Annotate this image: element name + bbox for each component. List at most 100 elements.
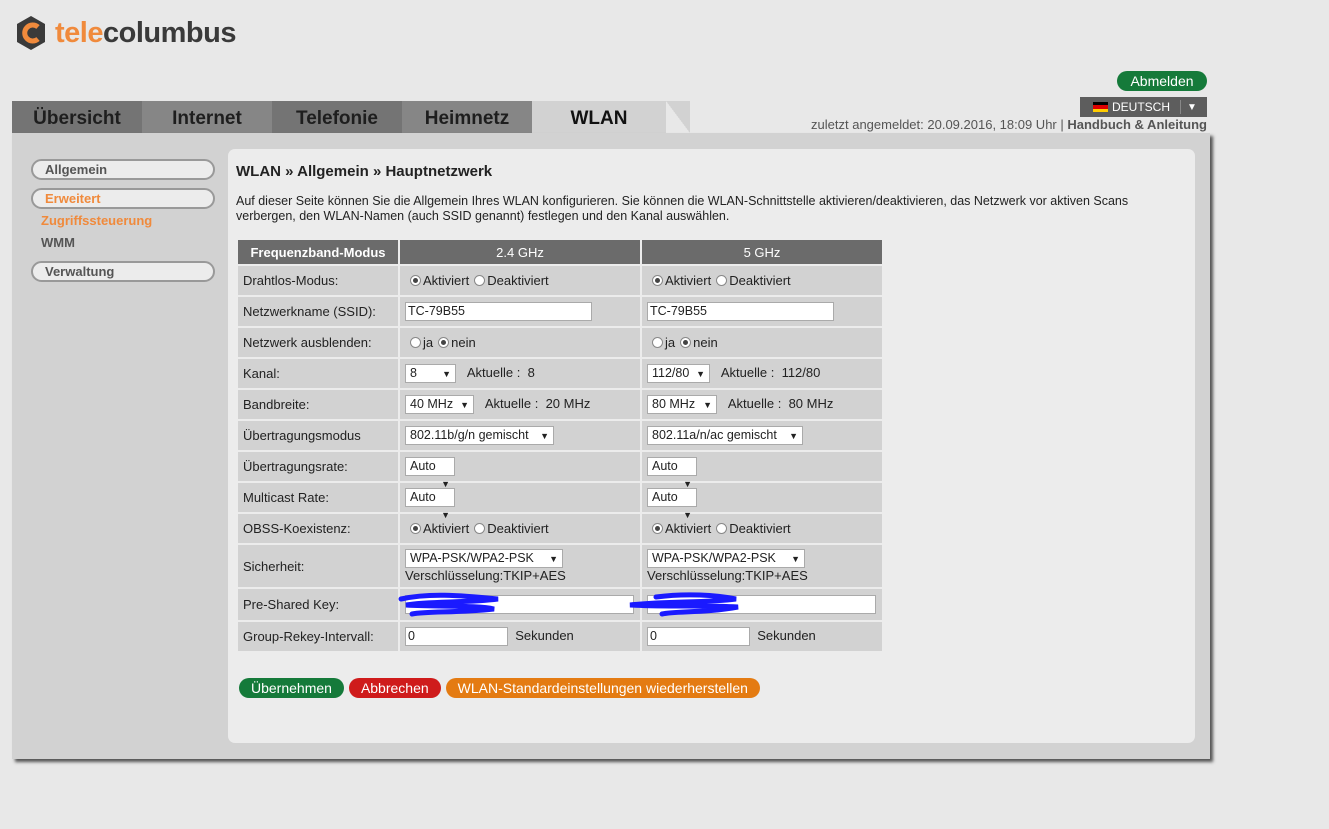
radio-hide-yes-24[interactable] (410, 337, 421, 348)
cancel-button[interactable]: Abbrechen (348, 678, 441, 698)
chevron-down-icon: ▼ (696, 369, 705, 379)
header-5ghz: 5 GHz (642, 240, 882, 264)
channel-select-5[interactable]: 112/80 ▼ (647, 364, 710, 383)
tab-internet[interactable]: Internet (142, 101, 272, 133)
seconds-label: Sekunden (515, 627, 574, 643)
current-label: Aktuelle : (727, 395, 782, 411)
sidebar-subitem-zugriffssteuerung[interactable]: Zugriffssteuerung (41, 213, 152, 228)
radio-hide-no-24[interactable] (438, 337, 450, 348)
mcast-select-5[interactable]: Auto ▼ (647, 488, 697, 520)
radio-hide-yes-5[interactable] (652, 337, 663, 348)
sidebar-subitem-wmm[interactable]: WMM (41, 235, 75, 250)
tab-slope (666, 101, 690, 133)
label-channel: Kanal: (238, 359, 398, 388)
seconds-label: Sekunden (757, 627, 816, 643)
radio-obss-on-5[interactable] (652, 523, 663, 534)
security-select-5[interactable]: WPA-PSK/WPA2-PSK ▼ (647, 549, 805, 568)
sidebar-item-erweitert[interactable]: Erweitert (31, 188, 215, 209)
chevron-down-icon: ▼ (442, 369, 451, 379)
label-wireless-mode: Drahtlos-Modus: (238, 266, 398, 295)
label-ssid: Netzwerkname (SSID): (238, 297, 398, 326)
page-title: WLAN » Allgemein » Hauptnetzwerk (236, 163, 493, 180)
security-select-24[interactable]: WPA-PSK/WPA2-PSK ▼ (405, 549, 563, 568)
logout-button[interactable]: Abmelden (1117, 71, 1207, 91)
bandwidth-select-24[interactable]: 40 MHz ▼ (405, 395, 474, 414)
radio-hide-no-5[interactable] (680, 337, 692, 348)
radio-label: Deaktiviert (487, 521, 549, 536)
header-24ghz: 2.4 GHz (400, 240, 640, 264)
sidebar-item-verwaltung[interactable]: Verwaltung (31, 261, 215, 282)
rekey-input-24[interactable]: 0 (405, 627, 508, 646)
chevron-down-icon: ▼ (540, 431, 549, 441)
bandwidth-current-24: 20 MHz (545, 395, 591, 411)
apply-button[interactable]: Übernehmen (239, 678, 344, 698)
label-tx-mode: Übertragungsmodus (238, 421, 398, 450)
sidebar-item-allgemein[interactable]: Allgemein (31, 159, 215, 180)
language-label: DEUTSCH (1112, 100, 1171, 114)
header-frequency-mode: Frequenzband-Modus (238, 240, 398, 264)
chevron-down-icon: ▼ (549, 554, 558, 564)
language-selector[interactable]: DEUTSCH ▼ (1080, 97, 1207, 117)
radio-deactivated-24[interactable] (474, 275, 486, 286)
logo-icon (14, 14, 48, 52)
radio-deactivated-5[interactable] (716, 275, 728, 286)
chevron-down-icon: ▼ (1187, 101, 1197, 113)
label-multicast-rate: Multicast Rate: (238, 483, 398, 512)
tab-telefonie[interactable]: Telefonie (272, 101, 402, 133)
radio-label: ja (665, 335, 676, 350)
rekey-input-5[interactable]: 0 (647, 627, 750, 646)
label-hide-network: Netzwerk ausblenden: (238, 328, 398, 357)
ssid-input-5[interactable]: TC-79B55 (647, 302, 834, 321)
main-nav-tabs: Übersicht Internet Telefonie Heimnetz WL… (12, 101, 666, 133)
tab-uebersicht[interactable]: Übersicht (12, 101, 142, 133)
telecolumbus-logo: telecolumbus (14, 14, 236, 52)
redaction-scribble (629, 592, 739, 617)
bandwidth-select-5[interactable]: 80 MHz ▼ (647, 395, 717, 414)
radio-label: nein (451, 335, 476, 350)
page-description: Auf dieser Seite können Sie die Allgemei… (236, 194, 1129, 223)
label-security: Sicherheit: (238, 545, 398, 587)
wireless-mode-5: Aktiviert Deaktiviert (642, 266, 882, 295)
radio-label: ja (423, 335, 434, 350)
tab-heimnetz[interactable]: Heimnetz (402, 101, 532, 133)
current-label: Aktuelle : (484, 395, 539, 411)
current-label: Aktuelle : (466, 364, 521, 380)
last-login-info: zuletzt angemeldet: 20.09.2016, 18:09 Uh… (780, 117, 1207, 132)
ssid-input-24[interactable]: TC-79B55 (405, 302, 592, 321)
label-obss: OBSS-Koexistenz: (238, 514, 398, 543)
manual-link[interactable]: Handbuch & Anleitung (1067, 117, 1207, 132)
radio-obss-off-24[interactable] (474, 523, 486, 534)
radio-obss-off-5[interactable] (716, 523, 728, 534)
wlan-settings-table: Frequenzband-Modus 2.4 GHz 5 GHz Drahtlo… (236, 238, 884, 653)
action-buttons: Übernehmen Abbrechen WLAN-Standardeinste… (239, 678, 760, 698)
radio-obss-on-24[interactable] (410, 523, 421, 534)
channel-current-5: 112/80 (781, 364, 821, 380)
label-tx-rate: Übertragungsrate: (238, 452, 398, 481)
txrate-select-5[interactable]: Auto ▼ (647, 457, 697, 489)
radio-label: Aktiviert (665, 521, 712, 536)
radio-label: Deaktiviert (729, 273, 791, 288)
mcast-select-24[interactable]: Auto ▼ (405, 488, 455, 520)
txmode-select-5[interactable]: 802.11a/n/ac gemischt ▼ (647, 426, 803, 445)
last-login-text: zuletzt angemeldet: 20.09.2016, 18:09 Uh… (811, 117, 1064, 132)
current-label: Aktuelle : (720, 364, 775, 380)
radio-label: nein (693, 335, 718, 350)
txrate-select-24[interactable]: Auto ▼ (405, 457, 455, 489)
radio-label: Aktiviert (665, 273, 712, 288)
radio-activated-5[interactable] (652, 275, 663, 286)
wireless-mode-24: Aktiviert Deaktiviert (400, 266, 640, 295)
txmode-select-24[interactable]: 802.11b/g/n gemischt ▼ (405, 426, 554, 445)
tab-wlan[interactable]: WLAN (532, 101, 666, 133)
label-psk: Pre-Shared Key: (238, 589, 398, 620)
radio-activated-24[interactable] (410, 275, 421, 286)
channel-select-24[interactable]: 8 ▼ (405, 364, 456, 383)
redaction-scribble (398, 592, 499, 617)
radio-label: Aktiviert (423, 273, 470, 288)
german-flag-icon (1093, 102, 1108, 112)
radio-label: Deaktiviert (487, 273, 549, 288)
chevron-down-icon: ▼ (791, 554, 800, 564)
radio-label: Aktiviert (423, 521, 470, 536)
restore-defaults-button[interactable]: WLAN-Standardeinstellungen wiederherstel… (445, 678, 760, 698)
chevron-down-icon: ▼ (460, 400, 469, 410)
label-group-rekey: Group-Rekey-Intervall: (238, 622, 398, 651)
